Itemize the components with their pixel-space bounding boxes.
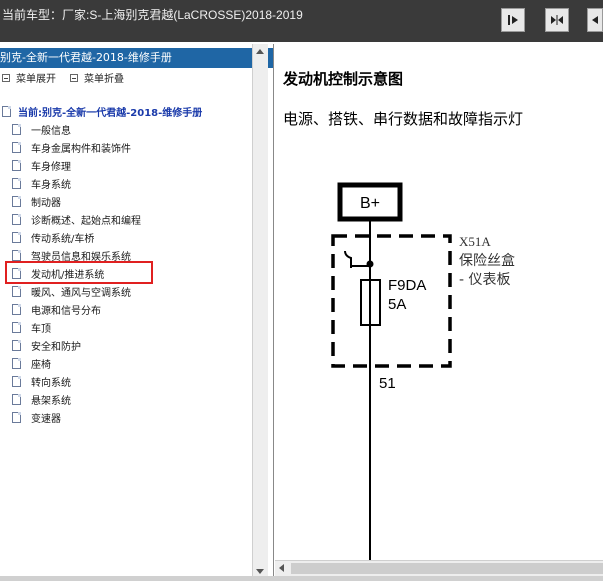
- fuse-rating: 5A: [388, 296, 406, 313]
- expand-icon: [2, 73, 10, 82]
- wire-number: 51: [379, 375, 396, 392]
- document-icon: [12, 141, 21, 153]
- tree-root[interactable]: 当前:别克-全新一代君越-2018-维修手册: [2, 104, 202, 119]
- tree-item-steering[interactable]: 转向系统: [12, 372, 71, 390]
- fuse-name: F9DA: [388, 277, 426, 294]
- manual-header: 别克-全新一代君越-2018-维修手册: [0, 48, 273, 68]
- arrow-right-icon: [508, 15, 518, 25]
- document-icon: [12, 357, 21, 369]
- tree-item-body-structure[interactable]: 车身金属构件和装饰件: [12, 138, 131, 156]
- tree-item-safety[interactable]: 安全和防护: [12, 336, 81, 354]
- tree-item-seats[interactable]: 座椅: [12, 354, 51, 372]
- document-icon: [12, 123, 21, 135]
- document-title: 发动机控制示意图: [283, 70, 404, 88]
- document-icon: [12, 177, 21, 189]
- fuse-box-location: - 仪表板: [459, 272, 511, 288]
- document-icon: [12, 339, 21, 351]
- document-icon: [12, 195, 21, 207]
- nav-forward-button[interactable]: [501, 8, 525, 32]
- document-icon: [12, 249, 21, 261]
- window-title: 当前车型：厂家:S-上海别克君越(LaCROSSE)2018-2019: [2, 8, 303, 22]
- title-bar: 当前车型：厂家:S-上海别克君越(LaCROSSE)2018-2019: [0, 0, 603, 42]
- arrows-inward-icon: [551, 15, 563, 25]
- fuse-box-name: 保险丝盒: [459, 252, 515, 269]
- scrollbar-thumb[interactable]: [291, 563, 603, 574]
- document-icon: [12, 213, 21, 225]
- busbar-hook: [344, 250, 352, 268]
- tree-item-driveline[interactable]: 传动系统/车桥: [12, 228, 94, 246]
- left-nav-panel: 别克-全新一代君越-2018-维修手册 菜单展开 菜单折叠 当前:别克-全新一代…: [0, 44, 274, 581]
- nav-back-button[interactable]: [587, 8, 603, 32]
- document-icon: [12, 393, 21, 405]
- power-label: B+: [360, 195, 380, 212]
- scroll-left-icon[interactable]: [279, 564, 284, 572]
- document-icon: [12, 285, 21, 297]
- document-horizontal-scrollbar[interactable]: [275, 560, 603, 576]
- tree-item-brakes[interactable]: 制动器: [12, 192, 61, 210]
- tree-item-transmission[interactable]: 变速器: [12, 408, 61, 426]
- document-icon: [12, 411, 21, 423]
- collapse-menu-button[interactable]: 菜单折叠: [70, 70, 124, 85]
- document-subtitle: 电源、搭铁、串行数据和故障指示灯: [283, 110, 524, 128]
- nav-fit-button[interactable]: [545, 8, 569, 32]
- document-icon: [12, 231, 21, 243]
- tree-item-hvac[interactable]: 暖风、通风与空调系统: [12, 282, 131, 300]
- selected-item-highlight: [5, 261, 153, 284]
- document-icon: [12, 375, 21, 387]
- left-vertical-scrollbar[interactable]: [252, 44, 268, 581]
- tree-item-roof[interactable]: 车顶: [12, 318, 51, 336]
- window-bottom-edge: [0, 576, 603, 581]
- document-panel: B+ F9DA 5A X51A 保险丝盒 - 仪表板 51 发动机控制示意图 电…: [275, 44, 603, 581]
- document-icon: [12, 321, 21, 333]
- arrow-left-icon: [592, 16, 598, 24]
- tree-item-suspension[interactable]: 悬架系统: [12, 390, 71, 408]
- tree-item-general-info[interactable]: 一般信息: [12, 120, 71, 138]
- tree-item-power-signal[interactable]: 电源和信号分布: [12, 300, 101, 318]
- connector-id: X51A: [459, 234, 491, 249]
- tree-item-body-repair[interactable]: 车身修理: [12, 156, 71, 174]
- document-icon: [2, 106, 11, 117]
- collapse-icon: [70, 73, 78, 82]
- expand-menu-button[interactable]: 菜单展开: [2, 70, 56, 85]
- scroll-down-icon[interactable]: [256, 569, 264, 574]
- document-icon: [12, 303, 21, 315]
- tree-item-body-systems[interactable]: 车身系统: [12, 174, 71, 192]
- tree-item-diagnostics[interactable]: 诊断概述、起始点和编程: [12, 210, 141, 228]
- scroll-up-icon[interactable]: [256, 49, 264, 54]
- document-icon: [12, 159, 21, 171]
